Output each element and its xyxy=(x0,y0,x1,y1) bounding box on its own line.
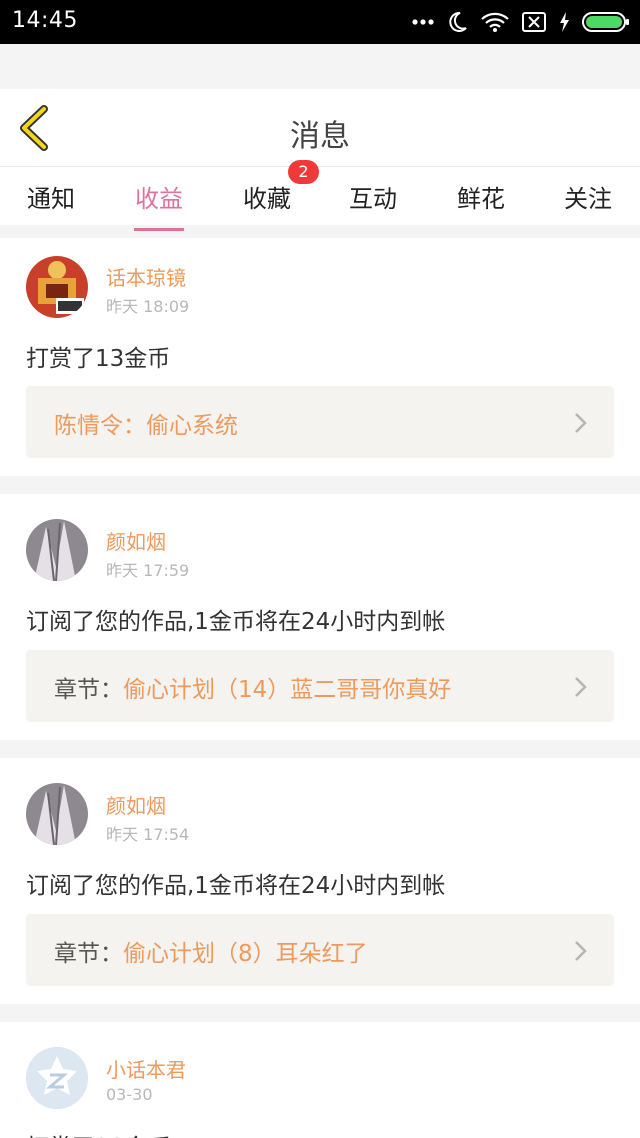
default-avatar-z-icon xyxy=(26,1047,88,1109)
tab-label: 通知 xyxy=(27,185,75,213)
tab-label: 收益 xyxy=(135,185,183,213)
sim-off-icon xyxy=(522,12,546,32)
message-time: 昨天 17:54 xyxy=(106,825,190,844)
status-time: 14:45 xyxy=(12,8,78,33)
page-title: 消息 xyxy=(290,119,350,154)
message-time: 昨天 17:59 xyxy=(106,561,190,580)
tab-label: 收藏 xyxy=(243,185,291,213)
message-text: 订阅了您的作品,1金币将在24小时内到帐 xyxy=(26,873,446,899)
chapter-prefix: 章节： xyxy=(54,677,123,703)
message-card: 小话本君 03-30 打赏了20金币 xyxy=(0,1022,640,1138)
avatar[interactable] xyxy=(26,256,88,318)
chapter-title: 偷心计划（8）耳朵红了 xyxy=(123,941,368,967)
message-text: 订阅了您的作品,1金币将在24小时内到帐 xyxy=(26,609,446,635)
chapter-prefix: 章节： xyxy=(54,941,123,967)
chevron-right-icon xyxy=(575,413,587,433)
avatar-image xyxy=(26,519,88,581)
username[interactable]: 颜如烟 xyxy=(106,790,166,819)
work-link[interactable]: 章节：偷心计划（8）耳朵红了 xyxy=(26,914,614,986)
tab-label: 关注 xyxy=(564,185,612,213)
message-card: 颜如烟 昨天 17:54 订阅了您的作品,1金币将在24小时内到帐 章节：偷心计… xyxy=(0,758,640,1004)
message-time: 昨天 18:09 xyxy=(106,297,190,316)
work-title: 陈情令：偷心系统 xyxy=(54,413,238,439)
avatar[interactable] xyxy=(26,1047,88,1109)
avatar-image xyxy=(26,256,88,318)
work-link[interactable]: 陈情令：偷心系统 xyxy=(26,386,614,458)
message-text: 打赏了20金币 xyxy=(26,1128,170,1138)
username[interactable]: 话本琼镜 xyxy=(106,262,186,291)
message-card: 颜如烟 昨天 17:59 订阅了您的作品,1金币将在24小时内到帐 章节：偷心计… xyxy=(0,494,640,740)
username[interactable]: 小话本君 xyxy=(106,1054,186,1083)
tab-following[interactable]: 关注 xyxy=(553,179,623,214)
wifi-icon xyxy=(481,12,509,32)
moon-icon xyxy=(449,11,467,32)
avatar[interactable] xyxy=(26,519,88,581)
active-tab-underline xyxy=(134,228,184,231)
chapter-title: 偷心计划（14）蓝二哥哥你真好 xyxy=(123,677,452,703)
work-link[interactable]: 章节：偷心计划（14）蓝二哥哥你真好 xyxy=(26,650,614,722)
message-text: 打赏了13金币 xyxy=(26,346,171,372)
chevron-right-icon xyxy=(575,941,587,961)
tab-notifications[interactable]: 通知 xyxy=(16,179,86,214)
work-link-label: 章节：偷心计划（14）蓝二哥哥你真好 xyxy=(54,670,451,704)
tab-earnings[interactable]: 收益 xyxy=(124,179,194,231)
top-spacer xyxy=(0,44,640,89)
message-card: 话本琼镜 昨天 18:09 打赏了13金币 陈情令：偷心系统 xyxy=(0,238,640,476)
work-link-label: 陈情令：偷心系统 xyxy=(54,406,238,440)
avatar[interactable] xyxy=(26,783,88,845)
username[interactable]: 颜如烟 xyxy=(106,526,166,555)
more-dots-icon xyxy=(412,19,434,25)
tab-interactions[interactable]: 互动 xyxy=(338,179,408,214)
tab-label: 鲜花 xyxy=(457,185,505,213)
avatar-image xyxy=(26,783,88,845)
status-icons xyxy=(412,8,630,36)
charging-icon xyxy=(560,12,569,32)
message-time: 03-30 xyxy=(106,1085,153,1104)
tab-favorites[interactable]: 收藏 xyxy=(232,179,302,214)
battery-icon xyxy=(582,12,629,32)
tab-flowers[interactable]: 鲜花 xyxy=(446,179,516,214)
header-bar: 消息 xyxy=(0,89,640,167)
tab-label: 互动 xyxy=(349,185,397,213)
status-bar: 14:45 xyxy=(0,0,640,44)
favorites-count-badge: 2 xyxy=(288,160,319,184)
tab-bar: 通知 收益 收藏 2 互动 鲜花 关注 xyxy=(0,160,640,231)
work-link-label: 章节：偷心计划（8）耳朵红了 xyxy=(54,934,368,968)
chevron-right-icon xyxy=(575,677,587,697)
